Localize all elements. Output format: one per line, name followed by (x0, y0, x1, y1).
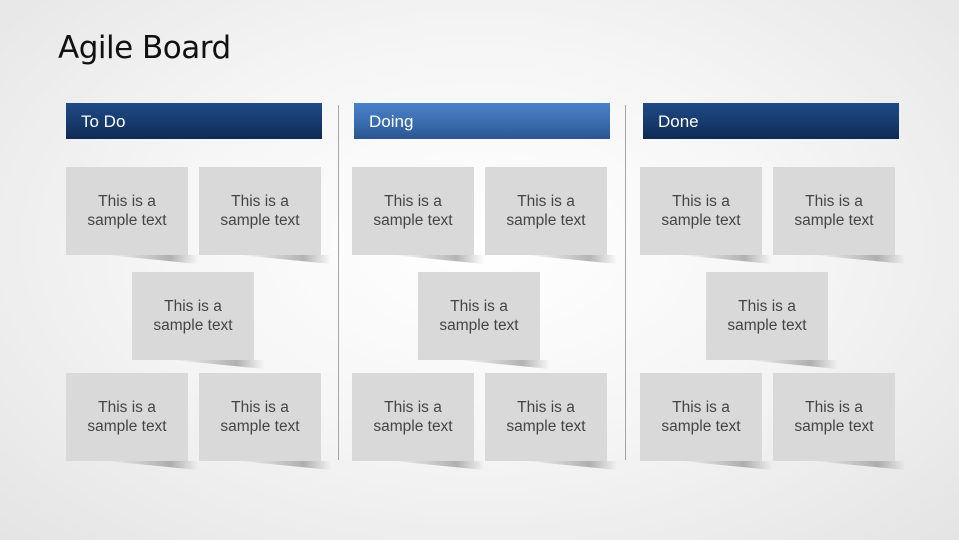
card[interactable]: This is a sample text (640, 167, 762, 255)
card-text-line2: sample text (794, 418, 874, 435)
column-header-done: Done (643, 103, 899, 139)
card[interactable]: This is a sample text (706, 272, 828, 360)
card[interactable]: This is a sample text (352, 373, 474, 461)
card-text-line2: sample text (506, 418, 586, 435)
card-text-line2: sample text (220, 418, 300, 435)
column-divider (338, 105, 339, 460)
card-text-line1: This is a (672, 399, 730, 416)
card-text-line2: sample text (220, 212, 300, 229)
card-text-line1: This is a (672, 193, 730, 210)
card-text-line1: This is a (517, 399, 575, 416)
card[interactable]: This is a sample text (66, 373, 188, 461)
card-text-line1: This is a (517, 193, 575, 210)
card[interactable]: This is a sample text (132, 272, 254, 360)
column-done: Done This is a sample text This is a sampl… (640, 103, 899, 483)
card[interactable]: This is a sample text (773, 167, 895, 255)
card-text-line2: sample text (87, 212, 167, 229)
column-todo: To Do This is a sample text This is a samp… (66, 103, 322, 483)
card-text-line1: This is a (450, 298, 508, 315)
card-text-line1: This is a (384, 193, 442, 210)
card[interactable]: This is a sample text (199, 167, 321, 255)
card-text-line2: sample text (87, 418, 167, 435)
column-doing: Doing This is a sample text This is a samp… (352, 103, 610, 483)
card-text-line2: sample text (794, 212, 874, 229)
card[interactable]: This is a sample text (66, 167, 188, 255)
card-text-line2: sample text (153, 317, 233, 334)
card-text-line1: This is a (231, 399, 289, 416)
card-text-line1: This is a (98, 193, 156, 210)
card-text-line2: sample text (506, 212, 586, 229)
card[interactable]: This is a sample text (352, 167, 474, 255)
card[interactable]: This is a sample text (418, 272, 540, 360)
card[interactable]: This is a sample text (485, 167, 607, 255)
card[interactable]: This is a sample text (485, 373, 607, 461)
card-text-line2: sample text (373, 212, 453, 229)
card[interactable]: This is a sample text (640, 373, 762, 461)
column-header-doing: Doing (354, 103, 610, 139)
column-header-todo: To Do (66, 103, 322, 139)
card-text-line1: This is a (98, 399, 156, 416)
card-text-line1: This is a (384, 399, 442, 416)
card[interactable]: This is a sample text (773, 373, 895, 461)
card-text-line2: sample text (661, 418, 741, 435)
card[interactable]: This is a sample text (199, 373, 321, 461)
card-text-line2: sample text (661, 212, 741, 229)
card-text-line1: This is a (164, 298, 222, 315)
card-text-line1: This is a (805, 193, 863, 210)
card-text-line2: sample text (439, 317, 519, 334)
card-text-line1: This is a (805, 399, 863, 416)
column-divider (625, 105, 626, 460)
card-text-line2: sample text (727, 317, 807, 334)
card-text-line1: This is a (738, 298, 796, 315)
slide-title: Agile Board (58, 30, 231, 66)
card-text-line2: sample text (373, 418, 453, 435)
card-text-line1: This is a (231, 193, 289, 210)
